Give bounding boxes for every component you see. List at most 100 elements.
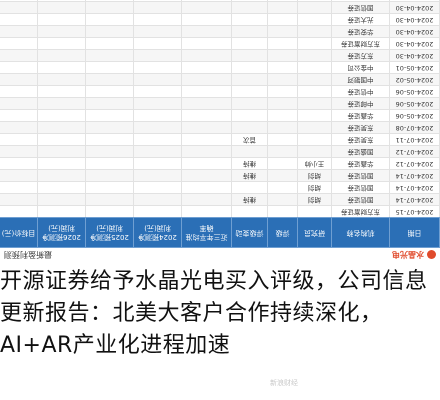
table-cell <box>0 169 38 182</box>
table-row: 2024-05-01 中金公司 <box>0 61 440 74</box>
table-cell <box>0 193 38 206</box>
table-cell: 华鑫证券 <box>331 157 390 170</box>
table-cell <box>37 97 86 110</box>
table-cell <box>181 61 232 74</box>
table-cell <box>85 25 134 38</box>
table-cell: 中信证券 <box>331 85 390 98</box>
headline: 开源证券给予水晶光电买入评级，公司信息更新报告：北美大客户合作持续深化，AI+A… <box>0 269 428 358</box>
table-cell: 2024-05-02 <box>389 73 440 86</box>
table-cell: 光大证券 <box>331 13 390 26</box>
table-cell <box>85 145 134 158</box>
table-cell <box>267 97 298 110</box>
table-cell <box>37 25 86 38</box>
table-cell <box>231 49 268 62</box>
table-cell: 维持 <box>231 157 268 170</box>
table-cell <box>0 121 38 134</box>
table-row: 2024-05-06 华鑫证券 <box>0 109 440 122</box>
table-cell <box>37 73 86 86</box>
table-cell: 信达证券 <box>331 0 390 2</box>
table-cell: 2024-07-14 <box>389 193 440 206</box>
table-cell <box>85 13 134 26</box>
table-cell <box>297 0 332 2</box>
table-cell <box>297 1 332 14</box>
table-cell: 2024-07-12 <box>389 157 440 170</box>
table-cell <box>133 13 182 26</box>
table-cell: 东方证券 <box>331 49 390 62</box>
forecast-table: 日期 机构名称 研究员 评级 评级变动 近三年平均准确率 2024预测净利润(元) 2025预… <box>0 0 440 248</box>
table-cell <box>0 13 38 26</box>
table-cell <box>0 85 38 98</box>
table-cell: 2024-05-06 <box>389 109 440 122</box>
table-cell <box>37 133 86 146</box>
table-cell: 2024-04-30 <box>389 37 440 50</box>
table-header-row: 日期 机构名称 研究员 评级 评级变动 近三年平均准确率 2024预测净利润(元) 2025预… <box>0 217 440 248</box>
table-row: 2024-04-30 光大证券 <box>0 13 440 26</box>
table-cell <box>297 205 332 218</box>
table-cell: 2024-07-14 <box>389 169 440 182</box>
table-cell <box>267 0 298 2</box>
column-header: 2025预测净利润(元) <box>85 217 134 248</box>
table-cell: 2024-04-30 <box>389 1 440 14</box>
table-cell <box>0 205 38 218</box>
table-cell <box>267 13 298 26</box>
table-cell <box>133 169 182 182</box>
table-cell <box>231 97 268 110</box>
table-row: 2024-07-14 国信证券 胡剑 维持 <box>0 193 440 206</box>
table-cell: 2024-05-06 <box>389 85 440 98</box>
table-cell <box>85 157 134 170</box>
table-cell: 东吴证券 <box>331 133 390 146</box>
table-cell <box>267 1 298 14</box>
column-header: 机构名称 <box>331 217 390 248</box>
table-cell <box>0 157 38 170</box>
table-row: 2024-07-11 东吴证券 首次 <box>0 133 440 146</box>
column-header: 目标价(元) <box>0 217 38 248</box>
table-cell: 东方财富证券 <box>331 205 390 218</box>
table-cell <box>267 49 298 62</box>
table-row: 2024-04-30 国信证券 <box>0 1 440 14</box>
table-cell <box>297 133 332 146</box>
table-cell <box>0 0 38 2</box>
table-cell <box>231 85 268 98</box>
column-header: 2026预测净利润(元) <box>37 217 86 248</box>
table-cell <box>133 61 182 74</box>
table-row: 2024-04-30 华安证券 <box>0 25 440 38</box>
table-cell <box>181 169 232 182</box>
table-cell <box>133 85 182 98</box>
table-cell: 胡剑 <box>297 169 332 182</box>
table-cell <box>267 25 298 38</box>
table-cell <box>297 49 332 62</box>
table-cell <box>231 205 268 218</box>
watermark: 新浪财经 <box>270 379 298 387</box>
table-cell <box>267 73 298 86</box>
table-cell <box>267 37 298 50</box>
table-cell <box>0 1 38 14</box>
table-cell: 首次 <box>231 133 268 146</box>
table-cell <box>85 205 134 218</box>
table-cell <box>181 121 232 134</box>
table-cell <box>231 181 268 194</box>
table-row: 2024-07-14 国信证券 胡剑 维持 <box>0 169 440 182</box>
table-cell <box>181 37 232 50</box>
table-cell <box>181 181 232 194</box>
table-cell <box>133 49 182 62</box>
table-cell <box>37 61 86 74</box>
table-cell <box>37 85 86 98</box>
column-header: 研究员 <box>297 217 332 248</box>
table-row: 2024-05-02 中国银河 <box>0 73 440 86</box>
table-cell <box>37 37 86 50</box>
table-row: 2024-07-12 华鑫证券 王小帅 维持 <box>0 157 440 170</box>
table-cell <box>0 73 38 86</box>
table-cell <box>231 109 268 122</box>
table-cell <box>37 157 86 170</box>
table-cell <box>267 121 298 134</box>
table-cell: 胡剑 <box>297 181 332 194</box>
flipped-forecast-table: 水晶光电 最新盈利预测 日期 机构名称 研究员 评级 评级变动 近三年平均准确率 2024预… <box>0 0 440 262</box>
table-cell <box>267 205 298 218</box>
table-cell <box>133 181 182 194</box>
table-row: 2024-07-12 国盛证券 <box>0 145 440 158</box>
table-cell <box>297 61 332 74</box>
table-cell <box>133 73 182 86</box>
table-cell <box>297 109 332 122</box>
table-cell <box>267 181 298 194</box>
table-cell <box>85 121 134 134</box>
